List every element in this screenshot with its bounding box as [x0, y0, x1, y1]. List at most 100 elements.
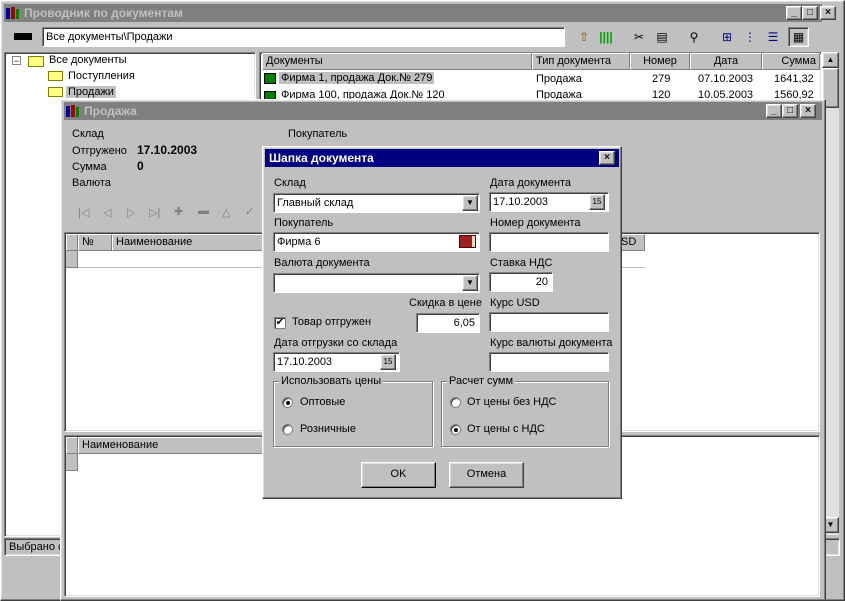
calc-no-vat-label[interactable]: От цены без НДС — [467, 396, 556, 408]
dialog-buyer-label: Покупатель — [274, 217, 334, 229]
nav-next-icon[interactable]: ▷ — [127, 206, 135, 219]
dialog-usd-label: Курс USD — [490, 297, 540, 309]
shipped-checkbox-label[interactable]: Товар отгружен — [292, 316, 371, 328]
items-grid-header-name[interactable]: Наименование — [112, 234, 264, 251]
sale-sum-label: Сумма — [72, 161, 107, 173]
tree-root-folder-icon — [28, 56, 44, 67]
doc-row-sum: 1641,32 — [774, 73, 814, 85]
discount-field[interactable]: 6,05 — [416, 313, 480, 333]
dialog-vat-label: Ставка НДС — [490, 257, 553, 269]
dialog-close-button[interactable]: × — [599, 151, 615, 165]
price-wholesale-radio[interactable] — [282, 397, 293, 408]
currency-select[interactable] — [273, 273, 480, 293]
sale-window-icon — [66, 104, 80, 118]
main-titlebar: Проводник по документам — [4, 4, 822, 22]
doc-date-value: 17.10.2003 — [493, 196, 549, 208]
doc-row-name[interactable]: Фирма 1, продажа Док.№ 279 — [279, 72, 435, 84]
nav-delete-icon[interactable]: ▬ — [198, 205, 209, 217]
doc-rate-field[interactable] — [489, 352, 609, 372]
calc-with-vat-label[interactable]: От цены с НДС — [467, 423, 545, 435]
currency-dropdown-icon[interactable]: ▼ — [462, 275, 478, 291]
doc-list-header-date[interactable]: Дата — [690, 53, 762, 70]
nav-first-icon[interactable]: |◁ — [78, 206, 89, 219]
prices-group-title: Использовать цены — [279, 375, 384, 387]
tree-item-postupleniya[interactable]: Поступления — [68, 70, 135, 82]
tree-collapse-icon[interactable]: − — [12, 56, 21, 66]
tree-item-prodazhi-folder-icon — [48, 87, 63, 97]
tree-root-label[interactable]: Все документы — [49, 54, 127, 66]
ok-button[interactable]: OK — [361, 462, 436, 488]
warehouse-dropdown-icon[interactable]: ▼ — [462, 195, 478, 211]
dialog-warehouse-label: Склад — [274, 177, 306, 189]
doc-number-field[interactable] — [489, 232, 609, 252]
price-retail-label[interactable]: Розничные — [300, 423, 356, 435]
ship-date-value: 17.10.2003 — [277, 356, 333, 368]
doc-list-header-type[interactable]: Тип документа — [532, 53, 630, 70]
vat-value: 20 — [535, 276, 548, 288]
find-icon[interactable]: ⚲ — [685, 28, 703, 46]
discount-value: 6,05 — [453, 317, 475, 329]
columns-icon[interactable]: |||| — [597, 28, 615, 46]
nav-prev-icon[interactable]: ◁ — [103, 206, 111, 219]
dialog-ship-date-label: Дата отгрузки со склада — [274, 337, 398, 349]
cancel-button[interactable]: Отмена — [449, 462, 524, 488]
doc-list-header-number[interactable]: Номер — [630, 53, 690, 70]
doc-list-header-documents[interactable]: Документы — [262, 53, 532, 70]
calc-group-title: Расчет сумм — [447, 375, 516, 387]
warehouse-select[interactable]: Главный склад — [273, 193, 480, 213]
nav-edit-icon[interactable]: △ — [222, 206, 230, 219]
nav-post-icon[interactable]: ✓ — [245, 205, 254, 218]
calc-no-vat-radio[interactable] — [450, 397, 461, 408]
sale-titlebar: Продажа — [64, 102, 822, 120]
details-grid-header-name[interactable]: Наименование — [78, 437, 264, 454]
price-wholesale-label[interactable]: Оптовые — [300, 396, 345, 408]
dialog-doc-rate-label: Курс валюты документа — [490, 337, 613, 349]
doc-row-icon — [264, 73, 276, 84]
tree-item-prodazhi[interactable]: Продажи — [66, 86, 116, 98]
sale-close-button[interactable]: × — [800, 104, 816, 118]
ship-date-calendar-icon[interactable]: 15 — [380, 354, 396, 370]
sale-buyer-label: Покупатель — [288, 128, 348, 140]
items-grid-corner — [66, 234, 78, 251]
large-icons-icon[interactable]: ⊞ — [718, 28, 736, 46]
sale-minimize-button[interactable]: _ — [766, 104, 782, 118]
dialog-currency-label: Валюта документа — [274, 257, 370, 269]
sale-currency-label: Валюта — [72, 177, 111, 189]
items-grid-row-indicator — [66, 251, 78, 268]
calc-with-vat-radio[interactable] — [450, 424, 461, 435]
items-grid-header-number[interactable]: № — [78, 234, 112, 251]
list-icon[interactable]: ☰ — [764, 28, 782, 46]
toolbar-black-icon[interactable] — [14, 33, 32, 40]
price-retail-radio[interactable] — [282, 424, 293, 435]
folder-up-icon[interactable]: ⇧ — [575, 28, 593, 46]
vat-field[interactable]: 20 — [489, 272, 553, 292]
status-text: Выбрано с — [9, 541, 64, 553]
tree-item-postupleniya-folder-icon — [48, 71, 63, 81]
details-grid-corner — [66, 437, 78, 454]
path-text: Все документы\Продажи — [46, 31, 173, 43]
doc-row-date: 07.10.2003 — [698, 73, 754, 85]
doc-list-header-sum[interactable]: Сумма — [762, 53, 820, 70]
buyer-lookup-book-icon[interactable] — [459, 235, 476, 248]
buyer-field[interactable]: Фирма 6 — [273, 232, 480, 252]
shipped-checkbox[interactable]: ✔ — [274, 317, 286, 329]
dialog-discount-label: Скидка в цене — [409, 297, 482, 309]
scroll-up-button[interactable]: ▲ — [822, 52, 839, 68]
close-button[interactable]: × — [820, 6, 836, 20]
sale-sum-value: 0 — [137, 159, 144, 173]
sale-maximize-button[interactable]: □ — [782, 104, 798, 118]
doc-date-calendar-icon[interactable]: 15 — [589, 194, 605, 210]
details-icon[interactable]: ▦ — [788, 27, 809, 47]
path-field[interactable]: Все документы\Продажи — [42, 27, 565, 47]
small-icons-icon[interactable]: ⋮ — [741, 28, 759, 46]
minimize-button[interactable]: _ — [786, 6, 802, 20]
usd-rate-field[interactable] — [489, 312, 609, 332]
nav-last-icon[interactable]: ▷| — [149, 206, 160, 219]
paste-icon[interactable]: ▤ — [653, 28, 671, 46]
nav-insert-icon[interactable]: ✚ — [174, 205, 183, 218]
dialog-doc-number-label: Номер документа — [490, 217, 581, 229]
cut-icon[interactable]: ✂ — [630, 28, 648, 46]
details-grid-row-indicator — [66, 454, 78, 471]
doc-row-number: 279 — [652, 73, 671, 85]
maximize-button[interactable]: □ — [802, 6, 818, 20]
